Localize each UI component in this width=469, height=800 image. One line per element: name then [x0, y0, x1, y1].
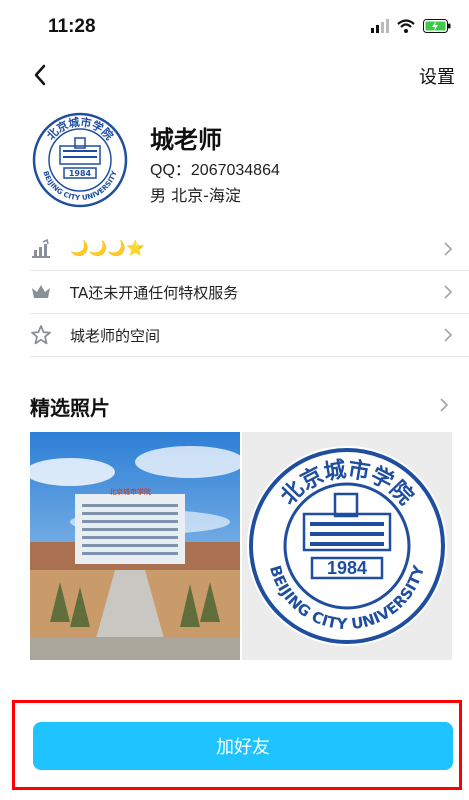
- status-time: 11:28: [48, 16, 96, 37]
- signal-icon: [371, 19, 389, 33]
- building-sign: 北京城市学院: [109, 487, 151, 496]
- logo-year: 1984: [327, 558, 367, 578]
- university-logo-icon: 北京城市学院 BEIJING CITY UNIVERSITY 1984: [31, 111, 129, 209]
- status-icons: [371, 19, 451, 33]
- photo-university-logo[interactable]: 北京城市学院 BEIJING CITY UNIVERSITY 1984: [242, 432, 452, 660]
- back-arrow-icon[interactable]: [28, 60, 58, 90]
- chevron-right-icon: [444, 242, 453, 256]
- crown-icon: [32, 285, 50, 298]
- profile-gender-location: 男 北京-海淀: [150, 186, 241, 205]
- chevron-right-icon: [444, 285, 453, 299]
- photo-campus-building[interactable]: 北京城市学院: [30, 432, 240, 660]
- profile-name: 城老师: [150, 126, 222, 154]
- add-friend-button[interactable]: 加好友: [33, 722, 453, 770]
- nav-bar: 设置: [0, 56, 469, 96]
- row-privilege[interactable]: TA还未开通任何特权服务: [30, 271, 469, 314]
- settings-button[interactable]: 设置: [419, 63, 455, 89]
- profile-qq-number: QQ：2067034864: [150, 162, 280, 179]
- profile-info-list: 🌙🌙🌙⭐ TA还未开通任何特权服务 城老师的空间: [30, 228, 469, 357]
- space-text: 城老师的空间: [70, 327, 161, 345]
- featured-photos: 北京城市学院 北京城市学院 BEIJING CITY UNIVERSITY 19…: [30, 432, 452, 660]
- avatar-year: 1984: [69, 169, 92, 178]
- row-level[interactable]: 🌙🌙🌙⭐: [30, 228, 469, 271]
- status-bar: 11:28: [0, 0, 469, 52]
- featured-photos-title: 精选照片: [30, 396, 110, 420]
- row-space[interactable]: 城老师的空间: [30, 314, 469, 357]
- level-badges: 🌙🌙🌙⭐: [70, 239, 145, 257]
- level-chart-icon: [32, 238, 50, 258]
- profile-header: 北京城市学院 BEIJING CITY UNIVERSITY 1984 城老师 …: [30, 110, 450, 210]
- wifi-icon: [397, 19, 415, 33]
- university-logo-image: 北京城市学院 BEIJING CITY UNIVERSITY 1984: [242, 432, 452, 660]
- campus-building-image: 北京城市学院: [30, 432, 240, 660]
- star-space-icon: [31, 325, 51, 345]
- add-friend-highlight: 加好友: [12, 700, 462, 790]
- chevron-right-icon: [444, 328, 453, 342]
- battery-charging-icon: [423, 19, 451, 33]
- privilege-text: TA还未开通任何特权服务: [70, 284, 239, 302]
- avatar[interactable]: 北京城市学院 BEIJING CITY UNIVERSITY 1984: [30, 110, 130, 210]
- chevron-right-icon[interactable]: [437, 397, 451, 413]
